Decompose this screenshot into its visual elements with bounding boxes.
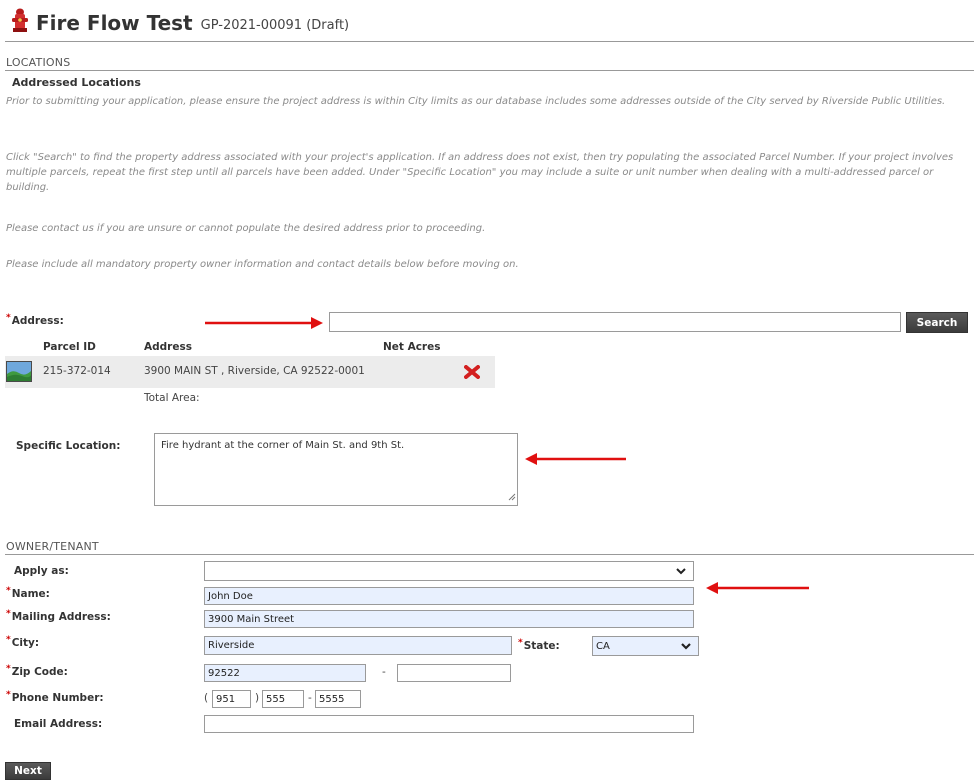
- page-title: Fire Flow Test: [36, 11, 193, 35]
- search-button[interactable]: Search: [906, 312, 968, 333]
- specific-location-label: Specific Location:: [16, 440, 121, 452]
- remove-icon[interactable]: [464, 364, 480, 383]
- instructions-paragraph-1: Prior to submitting your application, pl…: [6, 96, 946, 107]
- zip-code-label: *Zip Code:: [6, 664, 68, 678]
- city-input[interactable]: Riverside: [204, 636, 512, 655]
- chevron-down-icon: [680, 639, 692, 656]
- zip-separator: -: [382, 666, 386, 678]
- phone-area-code-input[interactable]: 951: [212, 690, 251, 708]
- email-address-label: Email Address:: [14, 718, 103, 730]
- phone-dash: -: [308, 692, 312, 704]
- annotation-arrow: [205, 317, 323, 329]
- table-row: 215-372-014 3900 MAIN ST , Riverside, CA…: [5, 356, 495, 388]
- section-owner-label: OWNER/TENANT: [6, 540, 99, 553]
- col-header-parcel-id: Parcel ID: [43, 341, 96, 353]
- total-area-label: Total Area:: [144, 392, 200, 404]
- apply-as-label: Apply as:: [14, 565, 69, 577]
- section-locations-label: LOCATIONS: [6, 56, 71, 69]
- required-marker: *: [518, 638, 523, 648]
- owner-divider: [5, 554, 974, 555]
- record-id: GP-2021-00091 (Draft): [200, 17, 350, 33]
- email-address-input[interactable]: [204, 715, 694, 733]
- parcel-id-cell: 215-372-014: [43, 365, 111, 377]
- header-divider: [5, 41, 974, 42]
- phone-close-paren: ): [255, 692, 260, 704]
- address-label: *Address:: [6, 313, 64, 327]
- required-marker: *: [6, 313, 11, 323]
- address-cell: 3900 MAIN ST , Riverside, CA 92522-0001: [144, 365, 365, 377]
- col-header-net-acres: Net Acres: [383, 341, 441, 353]
- page-header: Fire Flow Test GP-2021-00091 (Draft): [10, 8, 349, 38]
- instructions-paragraph-3: Please contact us if you are unsure or c…: [6, 223, 486, 234]
- col-header-address: Address: [144, 341, 192, 353]
- required-marker: *: [6, 609, 11, 619]
- phone-line-input[interactable]: 5555: [315, 690, 361, 708]
- required-marker: *: [6, 690, 11, 700]
- parcel-map-icon[interactable]: [6, 361, 32, 386]
- state-select[interactable]: CA: [592, 636, 699, 656]
- phone-number-label: *Phone Number:: [6, 690, 104, 704]
- locations-divider: [5, 70, 974, 71]
- fire-hydrant-icon: [10, 8, 30, 38]
- next-button[interactable]: Next: [5, 762, 51, 780]
- specific-location-textarea[interactable]: Fire hydrant at the corner of Main St. a…: [154, 433, 518, 506]
- required-marker: *: [6, 635, 11, 645]
- mailing-address-input[interactable]: 3900 Main Street: [204, 610, 694, 628]
- chevron-down-icon: [675, 564, 687, 581]
- required-marker: *: [6, 586, 11, 596]
- resize-grip-icon[interactable]: [508, 493, 516, 504]
- phone-open-paren: (: [204, 692, 209, 704]
- name-label: *Name:: [6, 586, 50, 600]
- zip-extension-input[interactable]: [397, 664, 511, 682]
- city-label: *City:: [6, 635, 40, 649]
- annotation-arrow: [525, 453, 626, 465]
- apply-as-select[interactable]: [204, 561, 694, 581]
- addressed-locations-heading: Addressed Locations: [12, 76, 141, 89]
- annotation-arrow: [706, 582, 809, 594]
- zip-code-input[interactable]: 92522: [204, 664, 366, 682]
- name-input[interactable]: John Doe: [204, 587, 694, 605]
- mailing-address-label: *Mailing Address:: [6, 609, 111, 623]
- address-search-input[interactable]: [329, 312, 901, 332]
- phone-prefix-input[interactable]: 555: [262, 690, 304, 708]
- state-label: *State:: [518, 638, 560, 652]
- instructions-paragraph-4: Please include all mandatory property ow…: [6, 259, 519, 270]
- required-marker: *: [6, 664, 11, 674]
- instructions-paragraph-2: Click "Search" to find the property addr…: [6, 152, 954, 193]
